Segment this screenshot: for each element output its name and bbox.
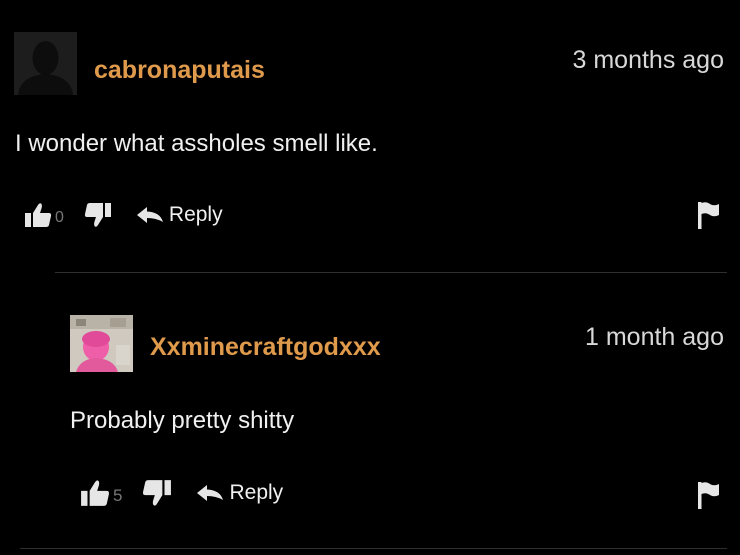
comment-text: Probably pretty shitty [70,407,295,434]
user-photo-icon [70,315,133,372]
like-button[interactable]: 0 [24,202,64,228]
username[interactable]: cabronaputais [94,56,265,85]
thumbs-up-icon [25,203,52,227]
like-count: 0 [55,209,64,226]
comment-actions: 5 Reply [80,478,283,508]
comments-thread: cabronaputais 3 months ago I wonder what… [0,0,740,555]
timestamp: 3 months ago [572,46,725,74]
comment-text: I wonder what assholes smell like. [15,130,378,157]
thumbs-down-icon [143,480,172,506]
reply-label: Reply [168,203,223,226]
avatar[interactable] [14,32,77,95]
comment-actions: 0 Reply [24,200,223,230]
thumbs-down-icon [84,203,111,227]
divider [20,548,727,549]
comment-reply: Xxminecraftgodxxx 1 month ago Probably p… [0,275,740,555]
dislike-button[interactable] [142,479,172,507]
reply-arrow-icon [197,485,224,501]
like-count: 5 [113,486,123,505]
flag-button[interactable] [696,480,720,515]
like-button[interactable]: 5 [80,479,122,507]
flag-button[interactable] [696,200,720,235]
reply-button[interactable]: Reply [136,203,223,227]
comment: cabronaputais 3 months ago I wonder what… [0,0,740,275]
timestamp: 1 month ago [585,323,724,351]
user-silhouette-icon [14,32,77,95]
dislike-button[interactable] [84,202,112,228]
reply-button[interactable]: Reply [196,481,283,505]
reply-arrow-icon [136,207,163,223]
flag-icon [698,482,719,509]
reply-label: Reply [229,481,284,504]
avatar[interactable] [70,315,133,372]
thumbs-up-icon [81,480,110,506]
divider [55,272,727,273]
username[interactable]: Xxminecraftgodxxx [150,333,381,362]
flag-icon [698,202,719,229]
